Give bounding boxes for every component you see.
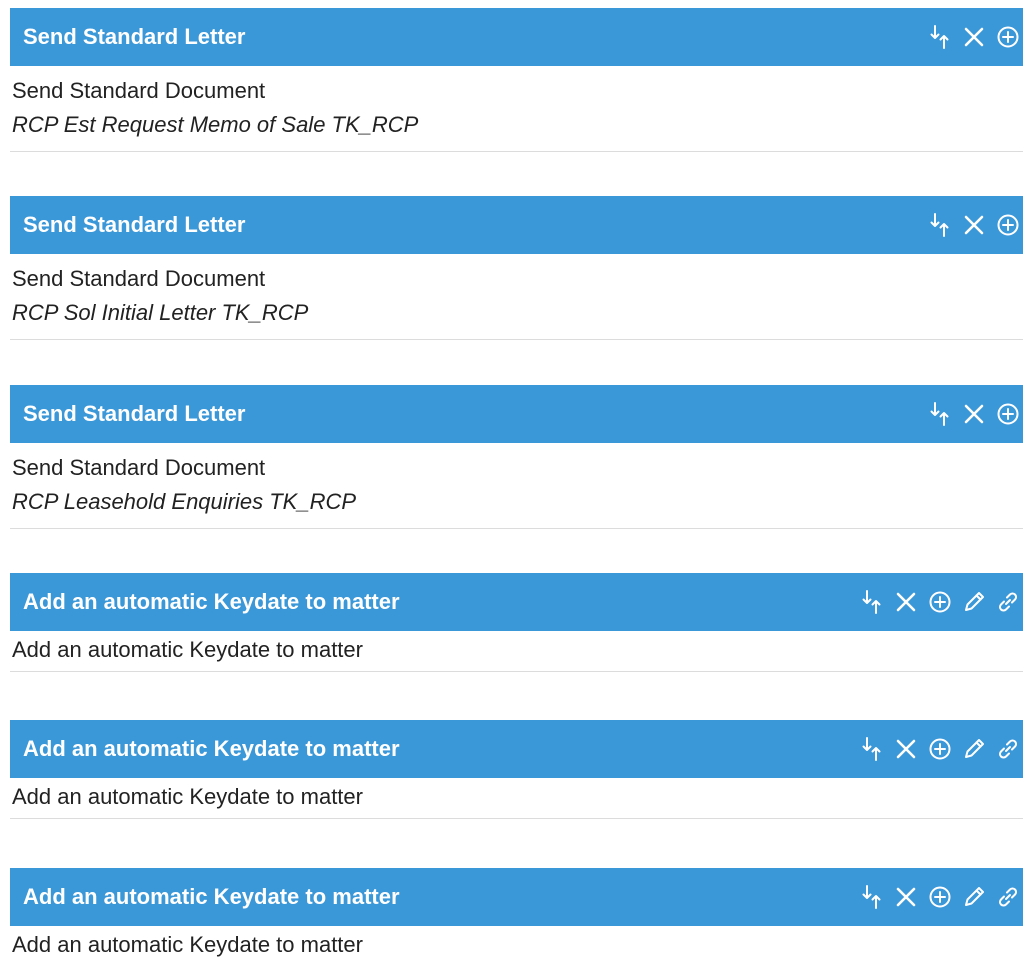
add-circle-icon[interactable] — [993, 22, 1023, 52]
action-body: Add an automatic Keydate to matter — [10, 926, 1023, 966]
action-toolbar — [857, 868, 1023, 926]
close-icon[interactable] — [891, 882, 921, 912]
action-header: Send Standard Letter — [10, 8, 1023, 66]
action-body: Add an automatic Keydate to matter — [10, 631, 1023, 672]
action-header: Send Standard Letter — [10, 196, 1023, 254]
action-body: Add an automatic Keydate to matter — [10, 778, 1023, 819]
action-card-keydate-1: Add an automatic Keydate to matter Add a… — [10, 573, 1023, 672]
link-icon[interactable] — [993, 587, 1023, 617]
add-circle-icon[interactable] — [925, 734, 955, 764]
action-title: Add an automatic Keydate to matter — [23, 736, 400, 761]
action-toolbar — [925, 196, 1023, 254]
action-title: Send Standard Letter — [23, 24, 246, 49]
link-icon[interactable] — [993, 882, 1023, 912]
action-title: Send Standard Letter — [23, 401, 246, 426]
reorder-icon[interactable] — [925, 22, 955, 52]
action-header: Add an automatic Keydate to matter — [10, 573, 1023, 631]
action-type-label: Add an automatic Keydate to matter — [12, 932, 363, 957]
action-body: Send Standard Document RCP Leasehold Enq… — [10, 443, 1023, 529]
action-document-name: RCP Sol Initial Letter TK_RCP — [12, 300, 309, 325]
reorder-icon[interactable] — [857, 734, 887, 764]
action-type-label: Send Standard Document — [12, 455, 266, 480]
pencil-icon[interactable] — [959, 587, 989, 617]
action-toolbar — [925, 8, 1023, 66]
action-type-label: Send Standard Document — [12, 78, 266, 103]
action-title: Add an automatic Keydate to matter — [23, 589, 400, 614]
action-type-label: Add an automatic Keydate to matter — [12, 637, 363, 662]
close-icon[interactable] — [959, 210, 989, 240]
reorder-icon[interactable] — [925, 210, 955, 240]
action-toolbar — [857, 720, 1023, 778]
reorder-icon[interactable] — [857, 587, 887, 617]
pencil-icon[interactable] — [959, 882, 989, 912]
action-type-label: Add an automatic Keydate to matter — [12, 784, 363, 809]
link-icon[interactable] — [993, 734, 1023, 764]
action-type-label: Send Standard Document — [12, 266, 266, 291]
action-toolbar — [925, 385, 1023, 443]
action-header: Add an automatic Keydate to matter — [10, 868, 1023, 926]
action-title: Add an automatic Keydate to matter — [23, 884, 400, 909]
close-icon[interactable] — [891, 587, 921, 617]
action-body: Send Standard Document RCP Sol Initial L… — [10, 254, 1023, 340]
action-card-send-letter-1: Send Standard Letter Send Standard Docum… — [10, 8, 1023, 152]
action-toolbar — [857, 573, 1023, 631]
add-circle-icon[interactable] — [993, 210, 1023, 240]
reorder-icon[interactable] — [925, 399, 955, 429]
action-document-name: RCP Leasehold Enquiries TK_RCP — [12, 489, 357, 514]
action-document-name: RCP Est Request Memo of Sale TK_RCP — [12, 112, 419, 137]
close-icon[interactable] — [891, 734, 921, 764]
close-icon[interactable] — [959, 399, 989, 429]
add-circle-icon[interactable] — [925, 587, 955, 617]
pencil-icon[interactable] — [959, 734, 989, 764]
action-body: Send Standard Document RCP Est Request M… — [10, 66, 1023, 152]
action-card-keydate-3: Add an automatic Keydate to matter Add a… — [10, 868, 1023, 966]
add-circle-icon[interactable] — [993, 399, 1023, 429]
add-circle-icon[interactable] — [925, 882, 955, 912]
action-card-send-letter-3: Send Standard Letter Send Standard Docum… — [10, 385, 1023, 529]
action-title: Send Standard Letter — [23, 212, 246, 237]
action-header: Send Standard Letter — [10, 385, 1023, 443]
action-header: Add an automatic Keydate to matter — [10, 720, 1023, 778]
close-icon[interactable] — [959, 22, 989, 52]
reorder-icon[interactable] — [857, 882, 887, 912]
action-card-send-letter-2: Send Standard Letter Send Standard Docum… — [10, 196, 1023, 340]
action-card-keydate-2: Add an automatic Keydate to matter Add a… — [10, 720, 1023, 819]
